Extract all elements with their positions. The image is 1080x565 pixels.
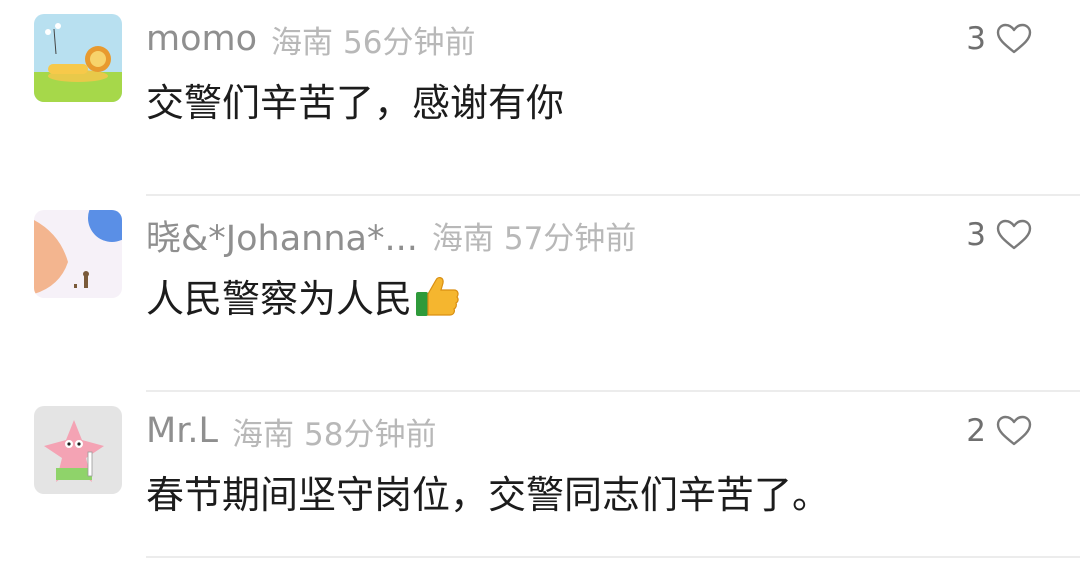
like-button[interactable]: 3 [966,214,1032,256]
heart-icon[interactable] [996,23,1032,55]
comment-meta: 晓&*Johanna*... 海南 57分钟前 [146,210,636,260]
like-button[interactable]: 3 [966,18,1032,60]
username[interactable]: momo [146,19,257,59]
heart-icon[interactable] [996,219,1032,251]
comment-meta: Mr.L 海南 58分钟前 [146,406,436,456]
divider [146,556,1080,558]
comment-text-content: 春节期间坚守岗位，交警同志们辛苦了。 [146,473,831,517]
timestamp: 56分钟前 [343,24,476,61]
timestamp: 58分钟前 [304,416,437,453]
like-count: 3 [966,217,986,253]
comment-text-content: 交警们辛苦了，感谢有你 [146,81,565,125]
location: 海南 [271,24,334,61]
like-count: 3 [966,21,986,57]
username[interactable]: 晓&*Johanna*... [146,210,418,261]
like-button[interactable]: 2 [966,410,1032,452]
comment-meta: momo 海南 56分钟前 [146,14,475,64]
avatar[interactable] [34,406,122,494]
comment-text: 人民警察为人民 [146,268,460,323]
comment-text-content: 人民警察为人民 [146,277,413,321]
comment-text: 春节期间坚守岗位，交警同志们辛苦了。 [146,464,830,519]
patrick-star-avatar-icon [34,406,122,494]
comment-text: 交警们辛苦了，感谢有你 [146,72,564,127]
comment-item: momo 海南 56分钟前 交警们辛苦了，感谢有你 3 [0,0,1080,196]
cartoon-lion-avatar-icon [34,14,122,102]
comment-item: 晓&*Johanna*... 海南 57分钟前 人民警察为人民 3 [0,196,1080,392]
heart-icon[interactable] [996,415,1032,447]
avatar[interactable] [34,210,122,298]
timestamp: 57分钟前 [503,220,637,257]
avatar[interactable] [34,14,122,102]
like-count: 2 [966,413,986,449]
pastel-illustration-avatar-icon [34,210,122,298]
comment-item: Mr.L 海南 58分钟前 春节期间坚守岗位，交警同志们辛苦了。 2 [0,392,1080,558]
location: 海南 [431,220,494,257]
location: 海南 [232,416,294,453]
username[interactable]: Mr.L [146,411,218,451]
thumbs-up-icon [414,274,460,318]
